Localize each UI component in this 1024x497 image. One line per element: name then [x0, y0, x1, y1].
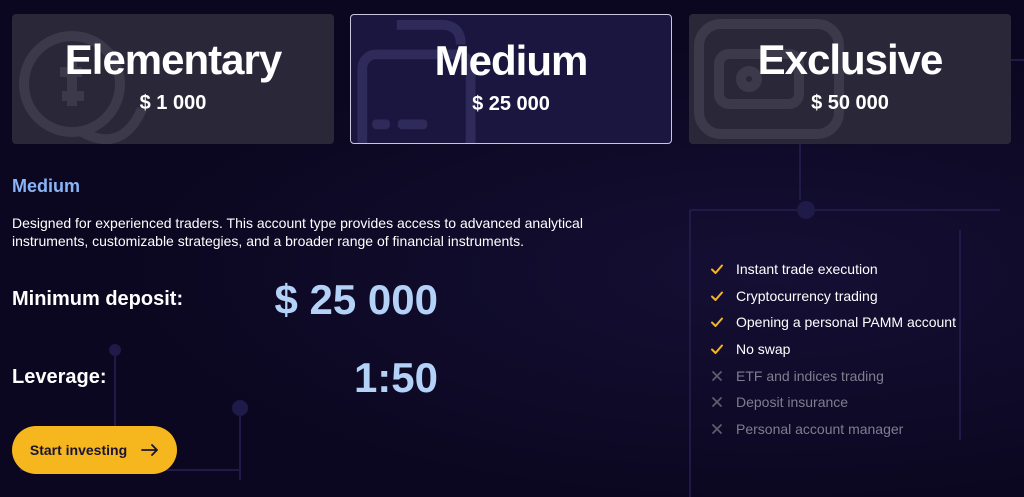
- cross-icon: [712, 397, 722, 408]
- cross-icon: [712, 423, 722, 434]
- check-icon: [711, 317, 723, 328]
- start-investing-label: Start investing: [29, 442, 128, 458]
- feature-item: Opening a personal PAMM account: [710, 309, 956, 336]
- leverage-label: Leverage:: [12, 366, 107, 388]
- feature-list: Instant trade execution Cryptocurrency t…: [710, 256, 956, 442]
- plan-card-exclusive[interactable]: Exclusive $ 50 000: [689, 14, 1011, 144]
- feature-label: Cryptocurrency trading: [736, 287, 878, 304]
- plan-name: Medium: [434, 37, 589, 84]
- plan-card-medium[interactable]: Medium $ 25 000: [350, 14, 672, 144]
- feature-item: Cryptocurrency trading: [710, 283, 956, 310]
- feature-item: No swap: [710, 336, 956, 363]
- feature-label: ETF and indices trading: [736, 367, 884, 384]
- start-investing-button[interactable]: Start investing: [12, 426, 177, 474]
- account-plans-page: Elementary $ 1 000 Medium $ 25 000 Exclu…: [0, 0, 1024, 497]
- minimum-deposit-value: $ 25 000: [274, 276, 439, 323]
- feature-item: Personal account manager: [710, 416, 956, 443]
- check-icon: [711, 291, 723, 301]
- check-icon: [711, 344, 723, 355]
- plan-description: Designed for experienced traders. This a…: [12, 215, 583, 249]
- leverage-value: 1:50: [353, 354, 438, 401]
- minimum-deposit-label: Minimum deposit:: [12, 288, 184, 310]
- feature-item: Deposit insurance: [710, 389, 956, 416]
- selected-plan-title: Medium: [12, 176, 81, 196]
- plan-price: $ 25 000: [472, 93, 550, 115]
- feature-label: No swap: [736, 341, 791, 358]
- feature-item: ETF and indices trading: [710, 362, 956, 389]
- plan-name: Elementary: [64, 36, 282, 83]
- check-icon: [711, 264, 723, 275]
- feature-label: Instant trade execution: [736, 261, 878, 278]
- cross-icon: [712, 370, 722, 381]
- plan-name: Exclusive: [757, 36, 944, 83]
- arrow-right-icon: [141, 444, 159, 456]
- plan-card-elementary[interactable]: Elementary $ 1 000: [12, 14, 334, 144]
- plan-price: $ 50 000: [811, 92, 889, 114]
- feature-label: Deposit insurance: [736, 394, 849, 411]
- feature-item: Instant trade execution: [710, 256, 956, 283]
- plan-price: $ 1 000: [139, 92, 207, 114]
- feature-label: Personal account manager: [736, 420, 904, 437]
- feature-label: Opening a personal PAMM account: [736, 314, 956, 331]
